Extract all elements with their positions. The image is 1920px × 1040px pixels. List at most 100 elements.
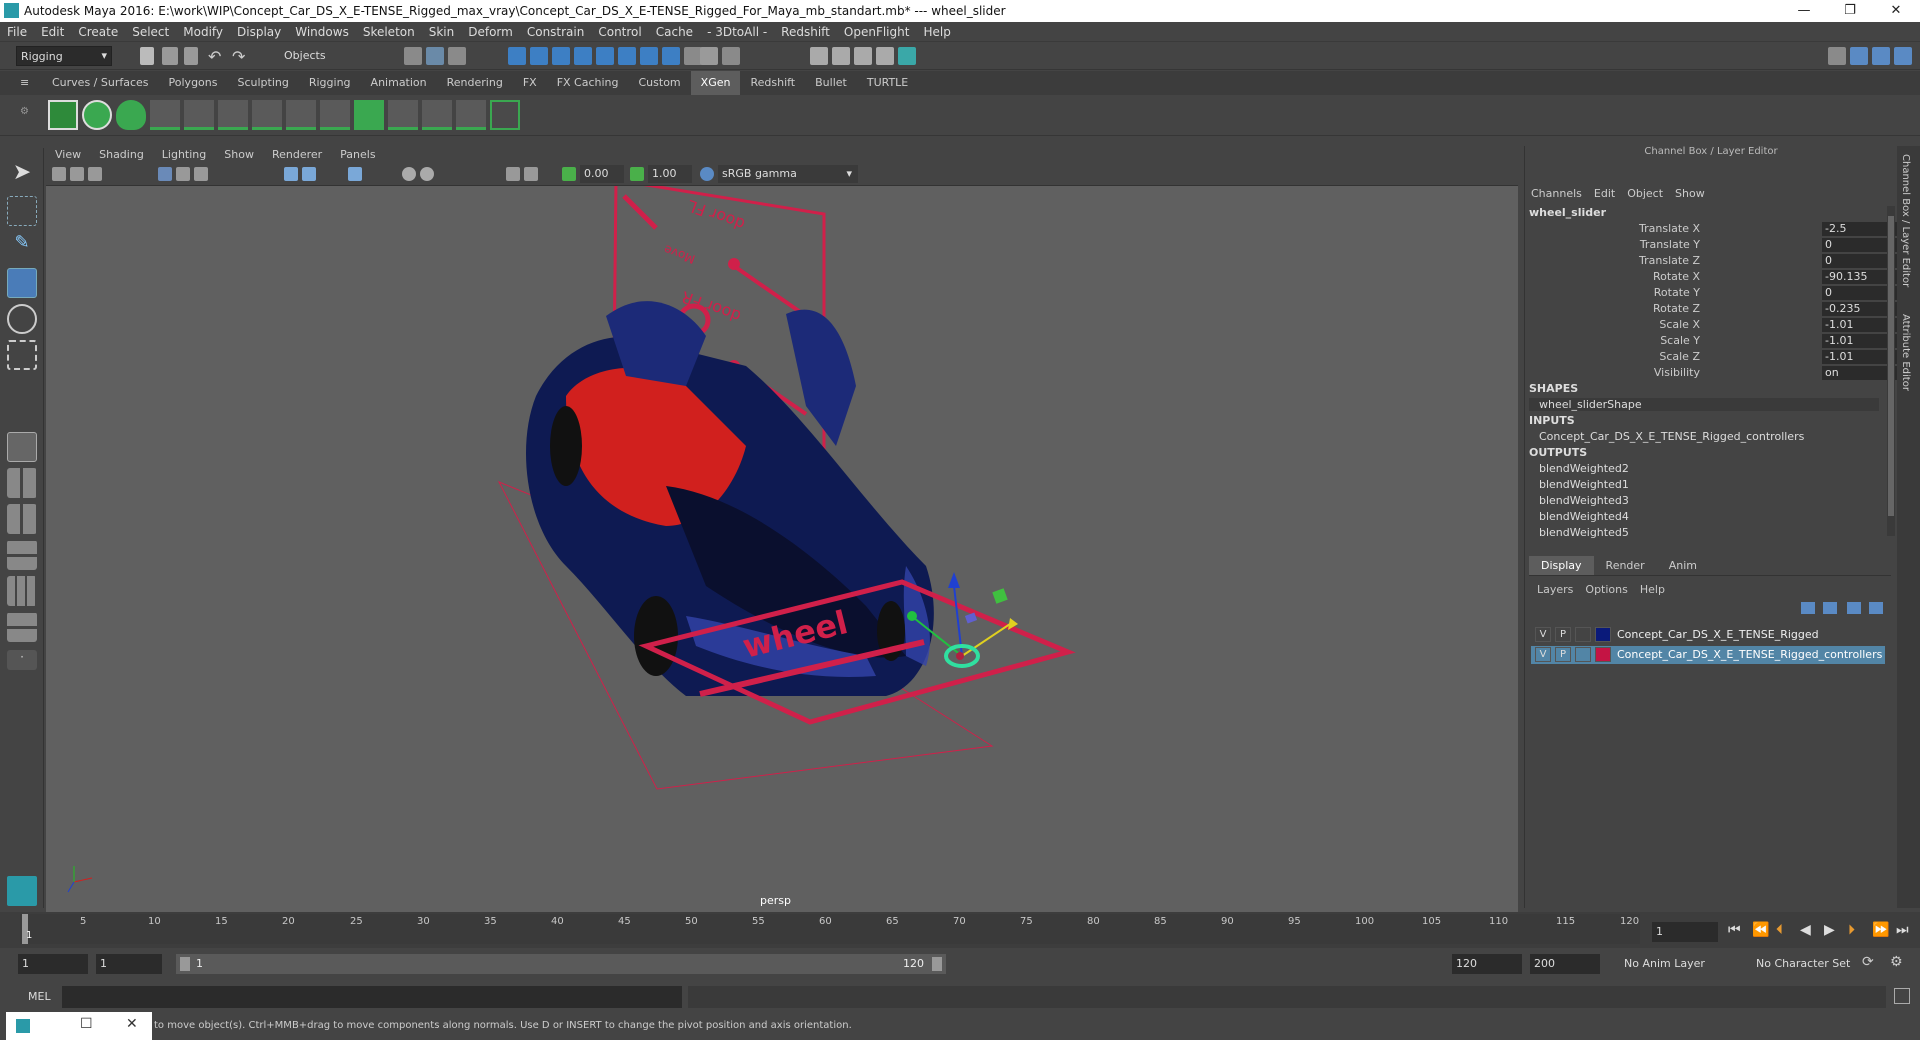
output-node[interactable]: blendWeighted1 [1539,478,1629,491]
new-layer-selected-icon[interactable] [1869,602,1883,614]
single-layout-icon[interactable] [7,432,37,462]
outliner-layout-icon[interactable] [7,540,37,570]
workspace-icon[interactable] [1828,47,1846,65]
xgen-add-primitives-icon[interactable] [150,100,180,130]
menu-deform[interactable]: Deform [461,22,520,39]
layer-menu-layers[interactable]: Layers [1537,583,1573,596]
command-language-label[interactable]: MEL [28,990,51,1003]
tab-anim[interactable]: Anim [1657,556,1709,575]
wireframe-icon[interactable] [284,167,298,181]
xgen-toggle-icon[interactable] [490,100,520,130]
open-scene-icon[interactable] [162,47,178,65]
play-backward-icon[interactable]: ◀ [1800,922,1811,938]
range-start-handle[interactable] [180,957,190,971]
x-axis-handle[interactable] [961,623,1011,657]
tab-polygons[interactable]: Polygons [159,71,228,95]
menu-edit[interactable]: Edit [34,22,71,39]
layer-visibility-toggle[interactable]: V [1535,647,1551,662]
xgen-comb-icon[interactable] [456,100,486,130]
layer-row[interactable]: V P Concept_Car_DS_X_E_TENSE_Rigged [1531,626,1885,644]
current-frame-field[interactable]: 1 [1652,922,1718,942]
command-input[interactable] [62,986,682,1008]
menu-display[interactable]: Display [230,22,288,39]
range-end-handle[interactable] [932,957,942,971]
move-tool-icon[interactable] [7,268,37,298]
two-view-layout-icon[interactable] [7,504,37,534]
select-component-icon[interactable] [448,47,466,65]
hypershade-icon[interactable] [876,47,894,65]
output-node[interactable]: blendWeighted5 [1539,526,1629,539]
vp-menu-panels[interactable]: Panels [331,146,384,161]
step-back-key-icon[interactable]: ⏪ [1752,922,1769,938]
render-frame-icon[interactable] [810,47,828,65]
xgen-interactive-grooming-icon[interactable] [354,100,384,130]
hypershade-layout-icon[interactable] [7,612,37,642]
attr-rotate-z[interactable]: Rotate Z -0.235 [1525,302,1920,318]
snap-curve-icon[interactable] [530,47,548,65]
layer-playback-toggle[interactable]: P [1555,627,1571,642]
menu-modify[interactable]: Modify [176,22,230,39]
tab-redshift[interactable]: Redshift [740,71,805,95]
xgen-guides-to-curves-icon[interactable] [320,100,350,130]
cb-menu-edit[interactable]: Edit [1594,187,1615,200]
snap-view-icon[interactable] [574,47,592,65]
snap-surface-icon[interactable] [596,47,614,65]
render-settings-icon[interactable] [854,47,872,65]
layer-name[interactable]: Concept_Car_DS_X_E_TENSE_Rigged_controll… [1617,648,1882,661]
xgen-place-guides-icon[interactable] [184,100,214,130]
output-node[interactable]: blendWeighted3 [1539,494,1629,507]
xgen-preview-icon[interactable] [82,100,112,130]
modeling-toolkit-icon[interactable] [1850,47,1868,65]
go-to-start-icon[interactable]: ⏮ [1728,922,1741,938]
tab-display[interactable]: Display [1529,556,1594,575]
objects-dropdown[interactable]: Objects [280,46,380,66]
snap-live-icon[interactable] [662,47,680,65]
rotate-tool-icon[interactable] [7,304,37,334]
maximize-button[interactable]: ❐ [1830,0,1870,22]
four-view-layout-icon[interactable] [7,468,37,498]
scrollbar-thumb[interactable] [1888,216,1894,516]
attr-translate-y[interactable]: Translate Y0 [1525,238,1920,254]
shelf-options-icon[interactable]: ⚙ [20,106,30,126]
xgen-editor-icon[interactable] [48,100,78,130]
layer-color-swatch[interactable] [1595,647,1611,662]
attr-scale-y[interactable]: Scale Y -1.01 [1525,334,1920,350]
output-node[interactable]: blendWeighted4 [1539,510,1629,523]
bookmark-icon[interactable] [88,167,102,181]
shelf-menu-icon[interactable]: ≡ [0,71,42,95]
gamma-field[interactable]: 1.00 [648,165,692,183]
menu-control[interactable]: Control [591,22,648,39]
close-button[interactable]: ✕ [1876,0,1916,22]
shape-node[interactable]: wheel_sliderShape [1529,398,1879,411]
menu-openflight[interactable]: OpenFlight [837,22,917,39]
layer-menu-help[interactable]: Help [1640,583,1665,596]
time-slider[interactable]: 1 5 10 15 20 25 30 35 40 45 50 55 60 65 … [0,912,1920,948]
timeline-track[interactable]: 1 5 10 15 20 25 30 35 40 45 50 55 60 65 … [20,914,1640,944]
new-layer-icon[interactable] [1847,602,1861,614]
attr-visibility[interactable]: Visibility on [1525,366,1920,382]
exposure-icon[interactable] [562,167,576,181]
animation-end-field[interactable]: 200 [1530,954,1600,974]
tab-xgen[interactable]: XGen [690,71,741,95]
menu-constrain[interactable]: Constrain [520,22,592,39]
snap-grid-icon[interactable] [508,47,526,65]
maya-taskbar-icon[interactable] [16,1019,30,1033]
playback-end-field[interactable]: 120 [1452,954,1522,974]
restore-icon[interactable]: ☐ [80,1016,93,1032]
step-forward-key-icon[interactable]: ⏩ [1872,922,1889,938]
play-forward-icon[interactable]: ▶ [1824,922,1835,938]
resolution-gate-icon[interactable] [194,167,208,181]
isolate-select-icon[interactable] [506,167,520,181]
layer-menu-options[interactable]: Options [1585,583,1627,596]
scene-canvas[interactable]: door FL door FR Move wheel [46,186,1518,912]
xgen-add-guide-icon[interactable] [218,100,248,130]
gamma-icon[interactable] [630,167,644,181]
tab-custom[interactable]: Custom [629,71,691,95]
redo-icon[interactable]: ↷ [232,47,250,66]
z-axis-arrow-icon[interactable] [948,572,960,588]
undo-icon[interactable]: ↶ [208,47,226,66]
attribute-editor-toggle-icon[interactable] [1872,47,1890,65]
film-gate-icon[interactable] [176,167,190,181]
channel-box-toggle-icon[interactable] [1894,47,1912,65]
lights-icon[interactable] [402,167,416,181]
